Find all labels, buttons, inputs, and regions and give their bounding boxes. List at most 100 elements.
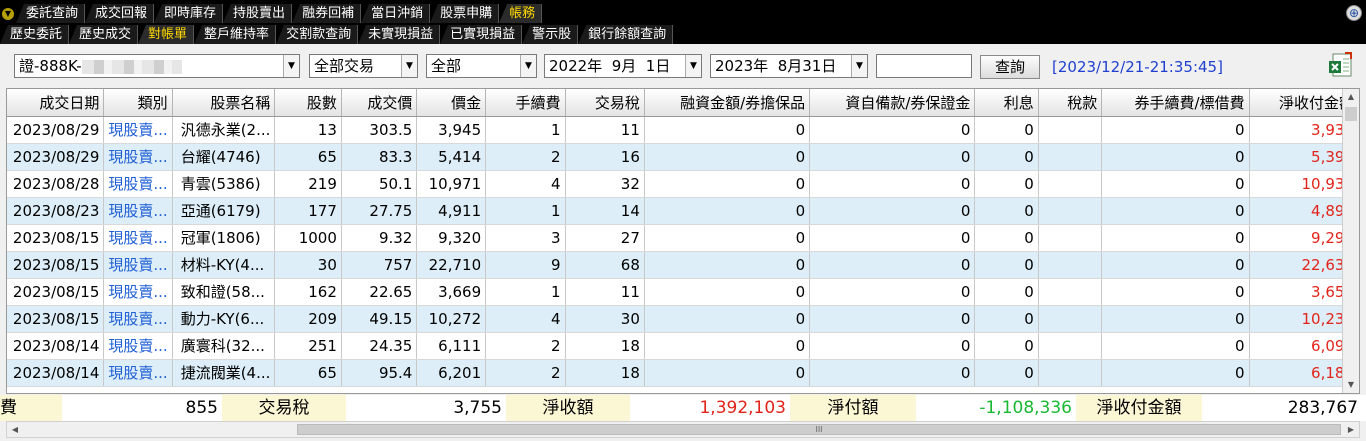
column-header[interactable]: 成交日期	[7, 89, 105, 117]
column-header[interactable]: 價金	[416, 89, 487, 117]
table-cell: 冠軍(1806)	[172, 224, 276, 252]
table-cell: 2	[485, 143, 566, 171]
table-cell: 汎德永業(2...	[172, 116, 276, 144]
table-row[interactable]: 2023/08/23 現股賣... 亞通(6179) 177 27.75 4,911 1 14…	[7, 197, 1359, 225]
column-header[interactable]: 融資金額/券擔保品	[644, 89, 811, 117]
table-row[interactable]: 2023/08/15 現股賣... 致和證(58... 162 22.65 3,669 1 1…	[7, 278, 1359, 306]
table-row[interactable]: 2023/08/29 現股賣... 汎德永業(2... 13 303.5 3,945 1 11…	[7, 116, 1359, 144]
tab-main-5[interactable]: 當日沖銷	[361, 4, 431, 23]
table-cell: 0	[1101, 116, 1250, 144]
tab-dropdown[interactable]: ▼	[0, 4, 16, 23]
column-header[interactable]: 資自備款/券保證金	[809, 89, 976, 117]
scroll-right-icon[interactable]: ▶	[1343, 422, 1359, 437]
table-cell: 251	[274, 332, 342, 360]
table-row[interactable]: 2023/08/15 現股賣... 動力-KY(6... 209 49.15 10,272…	[7, 305, 1359, 333]
chevron-down-icon[interactable]: ▼	[401, 55, 417, 77]
table-cell: 4	[485, 170, 566, 198]
chevron-down-icon[interactable]: ▼	[851, 55, 867, 77]
end-date-picker[interactable]: 2023年 8月31日 ▼	[710, 54, 868, 78]
table-row[interactable]: 2023/08/14 現股賣... 廣寰科(32... 251 24.35 6,111 2 1…	[7, 332, 1359, 360]
trade-type-link[interactable]: 現股賣...	[103, 170, 173, 198]
category-select[interactable]: 全部 ▼	[426, 54, 537, 78]
table-cell: 11	[565, 278, 645, 306]
table-cell: 2023/08/14	[7, 332, 105, 360]
trade-type-link[interactable]: 現股賣...	[103, 197, 173, 225]
chevron-down-icon[interactable]: ▼	[685, 55, 701, 77]
scroll-left-icon[interactable]: ◀	[7, 422, 23, 437]
trade-type-link[interactable]: 現股賣...	[103, 359, 173, 387]
query-button[interactable]: 查詢	[980, 55, 1040, 79]
table-cell: 30	[274, 251, 342, 279]
column-header[interactable]: 交易稅	[565, 89, 645, 117]
tab-main-6[interactable]: 股票申購	[430, 4, 500, 23]
column-header[interactable]: 券手續費/標借費	[1101, 89, 1250, 117]
table-cell: 0	[644, 278, 811, 306]
trade-type-value: 全部交易	[314, 57, 375, 75]
table-row[interactable]: 2023/08/28 現股賣... 青雲(5386) 219 50.1 10,971 4 32…	[7, 170, 1359, 198]
net-pay-label: 淨付額	[790, 395, 916, 421]
tab-sub-1[interactable]: 歷史成交	[69, 25, 139, 44]
scroll-up-icon[interactable]: ▲	[1343, 89, 1359, 105]
column-header[interactable]: 手續費	[485, 89, 566, 117]
column-header[interactable]: 股數	[274, 89, 342, 117]
table-cell: 9.32	[341, 224, 418, 252]
tab-sub-0[interactable]: 歷史委託	[0, 25, 70, 44]
tab-sub-7[interactable]: 警示股	[522, 25, 579, 44]
trade-type-link[interactable]: 現股賣...	[103, 332, 173, 360]
trade-type-link[interactable]: 現股賣...	[103, 143, 173, 171]
column-header[interactable]: 類別	[103, 89, 173, 117]
trade-type-link[interactable]: 現股賣...	[103, 116, 173, 144]
stock-code-input[interactable]	[876, 54, 972, 78]
column-header[interactable]: 股票名稱	[172, 89, 276, 117]
tab-sub-8[interactable]: 銀行餘額查詢	[578, 25, 674, 44]
scrollbar-thumb[interactable]	[1345, 107, 1357, 121]
table-row[interactable]: 2023/08/15 現股賣... 材料-KY(4... 30 757 22,710 9 68…	[7, 251, 1359, 279]
fee-value: 855	[185, 398, 218, 418]
tab-sub-3[interactable]: 整戶維持率	[194, 25, 277, 44]
trade-type-link[interactable]: 現股賣...	[103, 305, 173, 333]
table-cell: 32	[565, 170, 645, 198]
tab-main-1[interactable]: 成交回報	[85, 4, 155, 23]
table-row[interactable]: 2023/08/15 現股賣... 冠軍(1806) 1000 9.32 9,320 3 27…	[7, 224, 1359, 252]
table-cell: 0	[974, 359, 1039, 387]
tab-main-0[interactable]: 委託查詢	[16, 4, 86, 23]
vertical-scrollbar[interactable]: ▲ ▼	[1342, 89, 1359, 393]
net-pay-value: -1,108,336	[979, 398, 1072, 418]
table-cell: 0	[809, 305, 976, 333]
scrollbar-thumb[interactable]: III	[297, 424, 1341, 435]
table-cell: 0	[809, 170, 976, 198]
tax-label: 交易稅	[222, 395, 346, 421]
tab-sub-6[interactable]: 已實現損益	[440, 25, 523, 44]
trade-type-link[interactable]: 現股賣...	[103, 278, 173, 306]
tab-main-4[interactable]: 融券回補	[292, 4, 362, 23]
tab-sub-5[interactable]: 未實現損益	[358, 25, 441, 44]
table-cell: 0	[644, 305, 811, 333]
column-header[interactable]: 利息	[974, 89, 1039, 117]
table-row[interactable]: 2023/08/14 現股賣... 捷流閥業(4... 65 95.4 6,201 2 18 0…	[7, 359, 1359, 387]
trade-type-link[interactable]: 現股賣...	[103, 251, 173, 279]
trade-type-link[interactable]: 現股賣...	[103, 224, 173, 252]
tab-main-2[interactable]: 即時庫存	[154, 4, 224, 23]
tab-main-3[interactable]: 持股賣出	[223, 4, 293, 23]
table-cell: 83.3	[341, 143, 418, 171]
chevron-down-icon[interactable]: ▼	[520, 55, 536, 77]
tab-sub-2[interactable]: 對帳單	[138, 25, 195, 44]
account-select[interactable]: 證-888K- ▼	[14, 54, 300, 78]
column-header[interactable]: 稅款	[1038, 89, 1103, 117]
start-date-picker[interactable]: 2022年 9月 1日 ▼	[544, 54, 702, 78]
tab-sub-4[interactable]: 交割款查詢	[276, 25, 359, 44]
column-header[interactable]: 成交價	[341, 89, 418, 117]
table-cell	[1038, 224, 1103, 252]
zoom-in-icon[interactable]: ⊕	[1346, 5, 1362, 21]
tab-main-7[interactable]: 帳務	[499, 4, 543, 23]
horizontal-scrollbar[interactable]: ◀ III ▶	[6, 421, 1360, 438]
table-cell: 0	[644, 359, 811, 387]
scroll-down-icon[interactable]: ▼	[1343, 377, 1359, 393]
table-cell: 青雲(5386)	[172, 170, 276, 198]
table-cell: 2023/08/29	[7, 143, 105, 171]
excel-export-icon[interactable]	[1327, 51, 1355, 79]
table-row[interactable]: 2023/08/29 現股賣... 台耀(4746) 65 83.3 5,414 2 16 0 0…	[7, 143, 1359, 171]
trade-type-select[interactable]: 全部交易 ▼	[309, 54, 418, 78]
chevron-down-icon[interactable]: ▼	[283, 55, 299, 77]
table-cell: 0	[1101, 278, 1250, 306]
